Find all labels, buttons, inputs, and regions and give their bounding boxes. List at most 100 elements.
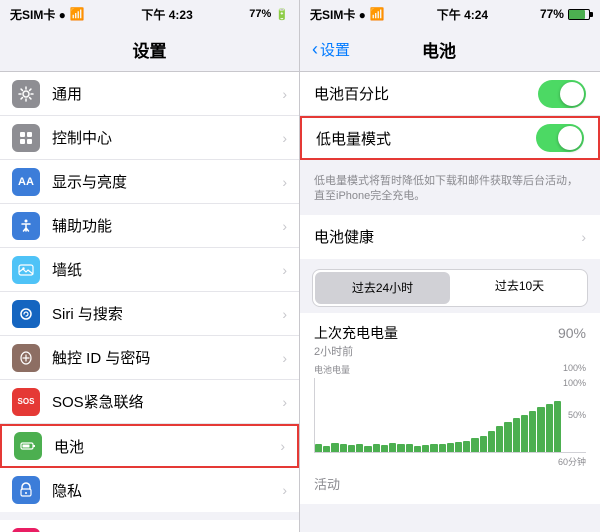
chart-label: 电池电量	[314, 363, 350, 376]
bar	[529, 411, 536, 452]
right-nav-bar: ‹ 设置 电池	[300, 28, 600, 72]
charge-header: 上次充电电量 90%	[314, 323, 586, 343]
battery-chart-wrapper: 电池电量 100% 100% 50% 60分钟	[314, 363, 586, 468]
sos-chevron: ›	[282, 394, 287, 410]
sos-icon: SOS	[12, 388, 40, 416]
tab-10d[interactable]: 过去10天	[452, 270, 587, 302]
control-label: 控制中心	[52, 127, 282, 148]
low-power-desc: 低电量模式将暂时降低如下载和邮件获取等后台活动，直至iPhone完全充电。	[300, 168, 600, 215]
siri-chevron: ›	[282, 306, 287, 322]
bar	[397, 444, 404, 452]
last-charge-title: 上次充电电量	[314, 323, 398, 343]
back-label: 设置	[320, 39, 350, 60]
battery-percentage-toggle[interactable]	[538, 80, 586, 108]
bar	[315, 444, 322, 451]
health-label: 电池健康	[314, 226, 581, 247]
bar	[348, 445, 355, 452]
battery-icon	[14, 432, 42, 460]
settings-section-1: 通用 › 控制中心 › AA 显示与亮度 ›	[0, 72, 299, 512]
accessibility-label: 辅助功能	[52, 215, 282, 236]
carrier-text: 无SIM卡 ●	[10, 6, 66, 23]
settings-item-general[interactable]: 通用 ›	[0, 72, 299, 116]
settings-item-privacy[interactable]: 隐私 ›	[0, 468, 299, 512]
right-wifi-icon: 📶	[370, 7, 385, 21]
touch-icon	[12, 344, 40, 372]
bar	[480, 436, 487, 452]
settings-item-battery[interactable]: 电池 ›	[0, 424, 299, 468]
battery-percentage-row: 电池百分比	[300, 72, 600, 116]
right-carrier-text: 无SIM卡 ●	[310, 6, 366, 23]
bar	[471, 438, 478, 451]
toggle-thumb-1	[560, 82, 584, 106]
right-title: 电池	[350, 37, 528, 62]
bar	[521, 415, 528, 452]
itunes-icon	[12, 528, 40, 532]
wifi-icon: 📶	[70, 7, 85, 21]
sos-label: SOS紧急联络	[52, 391, 282, 412]
siri-label: Siri 与搜索	[52, 303, 282, 324]
left-battery-pct: 77%	[249, 8, 271, 20]
battery-label: 电池	[54, 436, 280, 457]
back-chevron-icon: ‹	[312, 39, 318, 60]
back-button[interactable]: ‹ 设置	[312, 39, 350, 60]
bar	[356, 444, 363, 452]
chart-60min: 60分钟	[558, 455, 586, 468]
battery-health-row[interactable]: 电池健康 ›	[300, 215, 600, 259]
bar	[463, 441, 470, 452]
bar	[381, 445, 388, 452]
left-nav-bar: 设置	[0, 28, 299, 72]
wallpaper-icon	[12, 256, 40, 284]
tab-24h[interactable]: 过去24小时	[315, 272, 450, 304]
accessibility-chevron: ›	[282, 218, 287, 234]
settings-list: 通用 › 控制中心 › AA 显示与亮度 ›	[0, 72, 299, 532]
bar	[439, 444, 446, 452]
bar	[430, 444, 437, 451]
wallpaper-label: 墙纸	[52, 259, 282, 280]
privacy-icon	[12, 476, 40, 504]
low-power-toggle[interactable]	[536, 124, 584, 152]
privacy-label: 隐私	[52, 480, 282, 501]
general-icon	[12, 80, 40, 108]
right-battery-status: 77%	[540, 7, 590, 21]
bar	[422, 445, 429, 452]
wallpaper-chevron: ›	[282, 262, 287, 278]
battery-chevron: ›	[280, 438, 285, 454]
control-icon	[12, 124, 40, 152]
low-power-row: 低电量模式	[300, 116, 600, 160]
general-label: 通用	[52, 83, 282, 104]
right-carrier: 无SIM卡 ● 📶	[310, 6, 385, 23]
time-tabs: 过去24小时 过去10天	[312, 269, 588, 307]
settings-item-wallpaper[interactable]: 墙纸 ›	[0, 248, 299, 292]
settings-item-accessibility[interactable]: 辅助功能 ›	[0, 204, 299, 248]
bar	[323, 446, 330, 452]
chart-100-label: 100%	[563, 363, 586, 376]
activity-label: 活动	[314, 477, 340, 492]
settings-item-itunes[interactable]: iTunes Store 与 App Store ›	[0, 520, 299, 532]
bar	[447, 443, 454, 452]
left-panel: 无SIM卡 ● 📶 下午 4:23 77% 🔋 设置 通用 ›	[0, 0, 300, 532]
chart-time-label: 60分钟	[314, 455, 586, 468]
bar	[537, 407, 544, 451]
activity-section: 活动	[314, 474, 586, 494]
settings-item-control[interactable]: 控制中心 ›	[0, 116, 299, 160]
bar	[414, 446, 421, 452]
settings-item-display[interactable]: AA 显示与亮度 ›	[0, 160, 299, 204]
last-charge-sub: 2小时前	[314, 343, 586, 359]
right-status-bar: 无SIM卡 ● 📶 下午 4:24 77%	[300, 0, 600, 28]
battery-percentage-label: 电池百分比	[314, 83, 538, 104]
low-power-label: 低电量模式	[316, 128, 536, 149]
last-charge-pct: 90%	[558, 325, 586, 341]
settings-item-siri[interactable]: Siri 与搜索 ›	[0, 292, 299, 336]
settings-item-sos[interactable]: SOS SOS紧急联络 ›	[0, 380, 299, 424]
last-charge-section: 上次充电电量 90% 2小时前 电池电量 100% 100% 50% 60分钟	[300, 313, 600, 504]
tab-10d-label: 过去10天	[495, 277, 544, 294]
left-status-bar: 无SIM卡 ● 📶 下午 4:23 77% 🔋	[0, 0, 299, 28]
battery-bars	[315, 378, 586, 452]
toggle-thumb-2	[558, 126, 582, 150]
bar	[496, 426, 503, 452]
bar	[389, 443, 396, 452]
battery-content: 电池百分比 低电量模式 低电量模式将暂时降低如下载和邮件获取等后台活动，直至iP…	[300, 72, 600, 532]
right-panel: 无SIM卡 ● 📶 下午 4:24 77% ‹ 设置 电池 电池百分比	[300, 0, 600, 532]
right-battery-icon	[568, 9, 590, 20]
settings-item-touch[interactable]: 触控 ID 与密码 ›	[0, 336, 299, 380]
